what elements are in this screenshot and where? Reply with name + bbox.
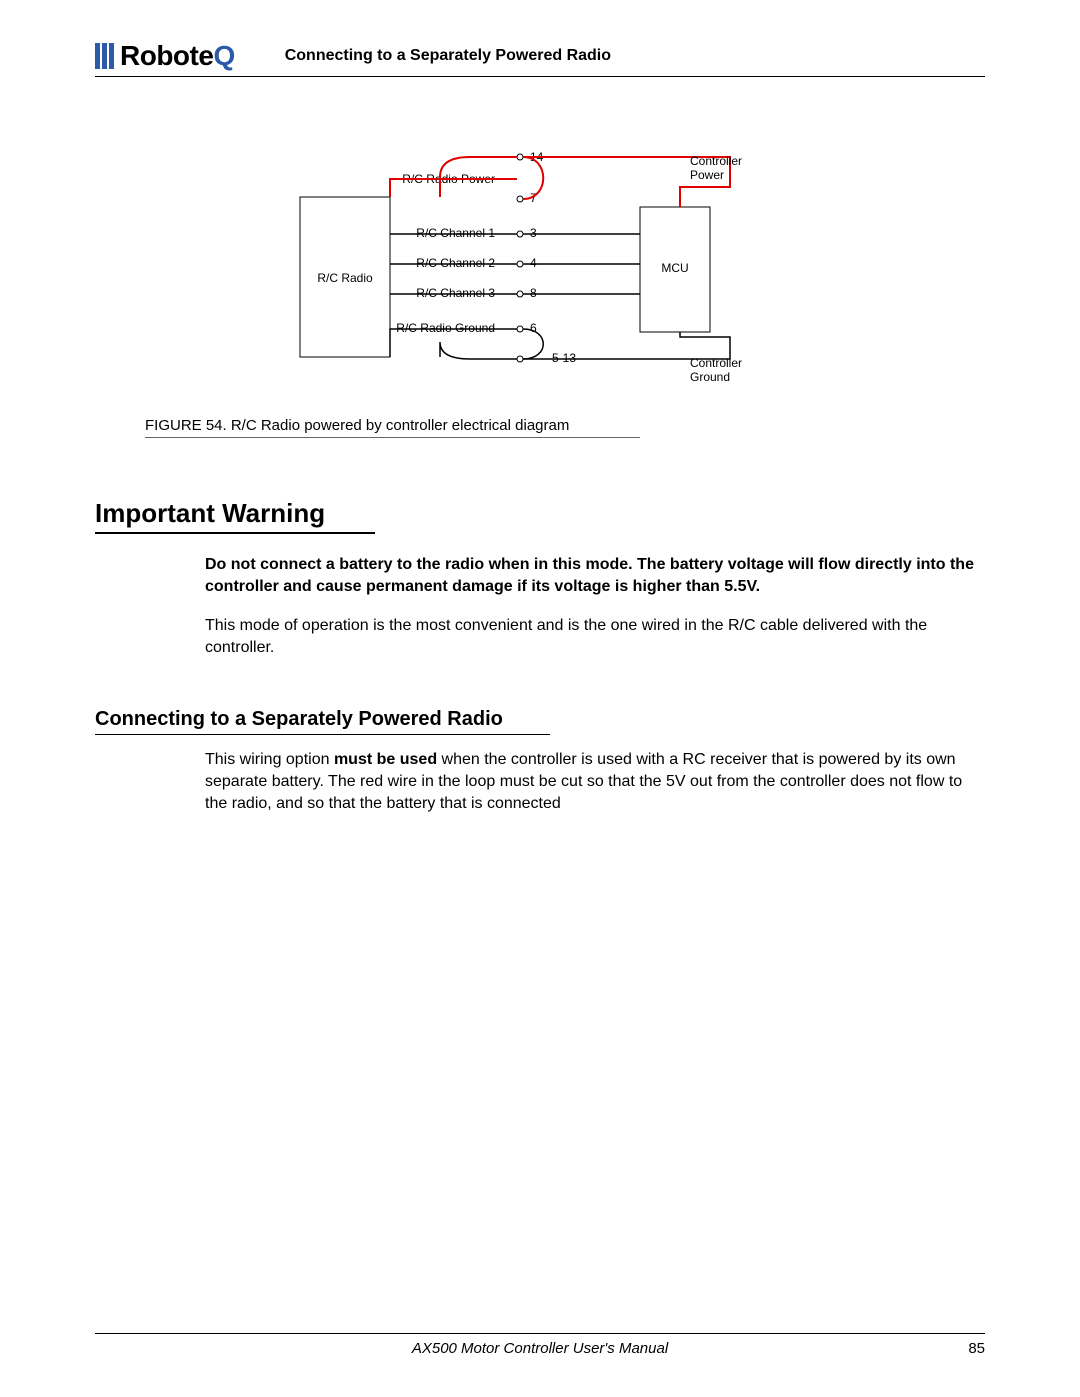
diagram-ctrl-power-label-1: Controller — [690, 154, 742, 168]
diagram-pin-5-13: 5-13 — [552, 351, 576, 365]
logo-text-main: Robote — [120, 40, 213, 72]
diagram-ctrl-ground-label-1: Controller — [690, 356, 742, 370]
logo-text-accent: Q — [213, 40, 234, 72]
brand-logo: RoboteQ — [95, 40, 235, 72]
diagram-pin-3: 3 — [530, 226, 537, 240]
diagram-rc-ground-label: R/C Radio Ground — [396, 321, 495, 335]
diagram-ch1-label: R/C Channel 1 — [416, 226, 495, 240]
diagram-ctrl-ground-label-2: Ground — [690, 370, 730, 384]
section2-body-bold: must be used — [334, 751, 437, 768]
diagram-pin-4: 4 — [530, 256, 537, 270]
diagram-ctrl-power-label-2: Power — [690, 168, 724, 182]
header-section-title: Connecting to a Separately Powered Radio — [285, 47, 611, 65]
wiring-diagram: R/C Radio MCU R/C Radio Power R/C Channe… — [190, 137, 890, 407]
figure-caption-rule: FIGURE 54. R/C Radio powered by controll… — [145, 417, 640, 438]
figure-caption: FIGURE 54. R/C Radio powered by controll… — [145, 417, 640, 434]
section2-body-pre: This wiring option — [205, 751, 334, 768]
page-header: RoboteQ Connecting to a Separately Power… — [95, 40, 985, 77]
footer-title: AX500 Motor Controller User's Manual — [412, 1340, 668, 1357]
diagram-pin-8: 8 — [530, 286, 537, 300]
warning-bold-text: Do not connect a battery to the radio wh… — [205, 554, 985, 597]
diagram-ch2-label: R/C Channel 2 — [416, 256, 495, 270]
diagram-mcu-label: MCU — [661, 261, 688, 275]
diagram-rc-radio-label: R/C Radio — [317, 271, 373, 285]
warning-heading: Important Warning — [95, 498, 375, 534]
section2-heading: Connecting to a Separately Powered Radio — [95, 708, 550, 735]
warning-body: This mode of operation is the most conve… — [205, 615, 985, 658]
page-footer: AX500 Motor Controller User's Manual 85 — [95, 1333, 985, 1357]
section2-body: This wiring option must be used when the… — [205, 749, 985, 814]
logo-bars-icon — [95, 43, 116, 69]
diagram-ch3-label: R/C Channel 3 — [416, 286, 495, 300]
footer-page-number: 85 — [968, 1340, 985, 1357]
